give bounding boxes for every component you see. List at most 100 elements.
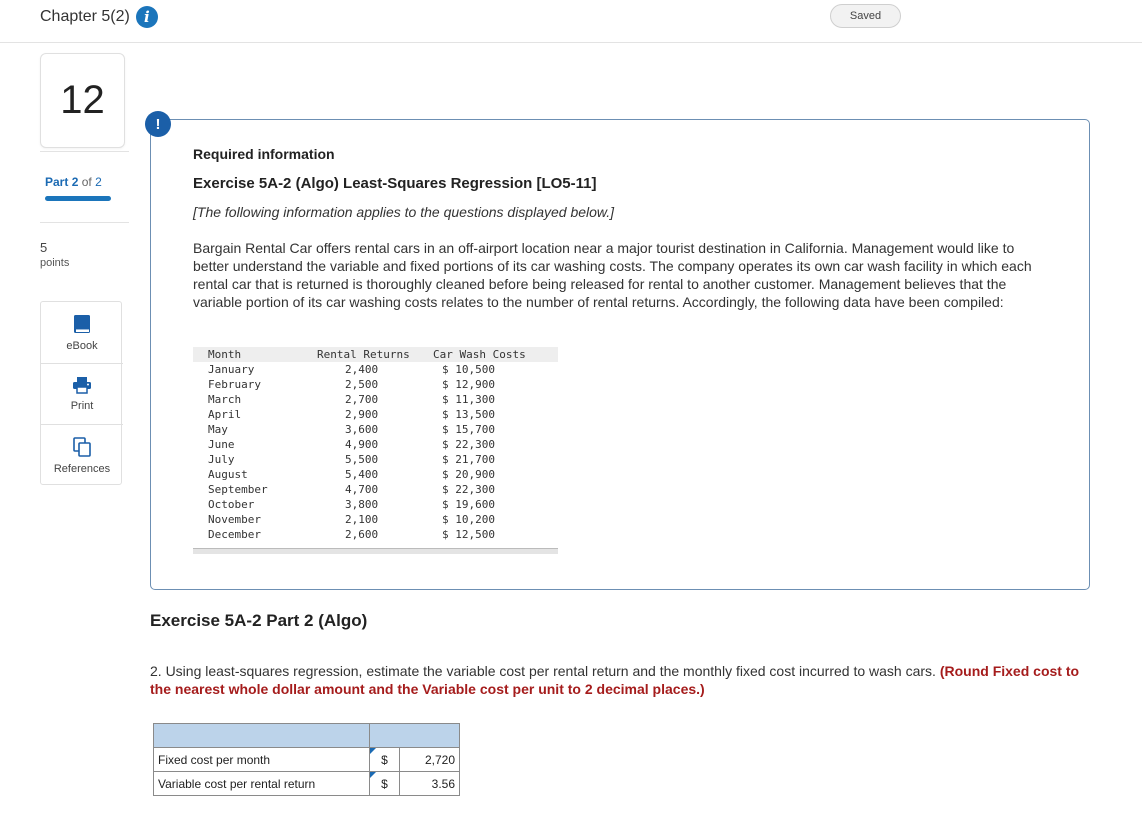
references-label: References [53, 463, 111, 475]
saved-status-badge: Saved [830, 4, 901, 28]
points-value: 5 [40, 240, 48, 255]
month-cell: April [208, 408, 242, 421]
variable-cost-input[interactable]: 3.56 [399, 771, 460, 796]
table-row: March 2,700 $ 11,300 [193, 392, 558, 407]
table-row: May 3,600 $ 15,700 [193, 422, 558, 437]
header-car-wash-costs: Car Wash Costs [421, 347, 558, 362]
print-button[interactable]: Print [41, 363, 123, 424]
applies-note: [The following information applies to th… [193, 204, 615, 220]
answer-table-header [153, 723, 460, 748]
table-row: December 2,600 $ 12,500 [193, 527, 558, 542]
rental-returns-cell: 2,500 [345, 378, 379, 391]
flag-icon [370, 772, 376, 778]
month-cell: September [208, 483, 268, 496]
month-cell: June [208, 438, 235, 451]
references-button[interactable]: References [41, 424, 123, 485]
variable-cost-label: Variable cost per rental return [153, 771, 370, 796]
rental-returns-cell: 2,400 [345, 363, 379, 376]
car-wash-cost-cell: $ 12,500 [442, 528, 495, 541]
part-heading: Exercise 5A-2 Part 2 (Algo) [150, 611, 368, 630]
rental-returns-cell: 2,700 [345, 393, 379, 406]
table-row: July 5,500 $ 21,700 [193, 452, 558, 467]
ebook-label: eBook [66, 340, 98, 352]
exercise-title: Exercise 5A-2 (Algo) Least-Squares Regre… [193, 175, 597, 192]
car-wash-cost-cell: $ 22,300 [442, 483, 495, 496]
rental-returns-cell: 2,100 [345, 513, 379, 526]
month-cell: January [208, 363, 255, 376]
table-row: June 4,900 $ 22,300 [193, 437, 558, 452]
month-cell: March [208, 393, 242, 406]
rental-returns-cell: 4,900 [345, 438, 379, 451]
data-table: Month Rental Returns Car Wash Costs Janu… [193, 347, 558, 554]
part-of: of [81, 175, 92, 189]
rental-returns-cell: 4,700 [345, 483, 379, 496]
flag-icon [370, 748, 376, 754]
fixed-cost-currency: $ [369, 747, 400, 772]
car-wash-cost-cell: $ 10,500 [442, 363, 495, 376]
car-wash-cost-cell: $ 15,700 [442, 423, 495, 436]
car-wash-cost-cell: $ 21,700 [442, 453, 495, 466]
answer-header-cell [369, 723, 460, 748]
part-indicator: Part 2 of 2 [45, 175, 102, 189]
answer-row-fixed-cost: Fixed cost per month $ 2,720 [153, 747, 460, 772]
required-info-heading: Required information [193, 146, 335, 162]
rental-returns-cell: 3,600 [345, 423, 379, 436]
info-icon[interactable]: i [135, 6, 158, 28]
variable-cost-currency: $ [369, 771, 400, 796]
month-cell: November [208, 513, 261, 526]
table-row: April 2,900 $ 13,500 [193, 407, 558, 422]
alert-icon: ! [145, 111, 171, 137]
part-progress-bar [45, 196, 111, 201]
table-row: September 4,700 $ 22,300 [193, 482, 558, 497]
table-row: January 2,400 $ 10,500 [193, 362, 558, 377]
part-total: 2 [95, 175, 102, 189]
answer-header-cell [153, 723, 370, 748]
car-wash-cost-cell: $ 12,900 [442, 378, 495, 391]
month-cell: May [208, 423, 228, 436]
header-rental-returns: Rental Returns [303, 347, 421, 362]
book-icon [74, 315, 90, 333]
question-text: 2. Using least-squares regression, estim… [150, 662, 1100, 698]
header-month: Month [193, 347, 303, 362]
rental-returns-cell: 3,800 [345, 498, 379, 511]
rental-returns-cell: 5,400 [345, 468, 379, 481]
part-label: Part [45, 175, 69, 189]
fixed-cost-label: Fixed cost per month [153, 747, 370, 772]
table-footer-bar [193, 548, 558, 554]
car-wash-cost-cell: $ 20,900 [442, 468, 495, 481]
rail-divider [40, 222, 129, 223]
ebook-button[interactable]: eBook [41, 302, 123, 363]
car-wash-cost-cell: $ 13,500 [442, 408, 495, 421]
chapter-title-text: Chapter 5(2) [40, 8, 130, 25]
scenario-text: Bargain Rental Car offers rental cars in… [193, 240, 1032, 310]
car-wash-cost-cell: $ 19,600 [442, 498, 495, 511]
rental-returns-cell: 2,600 [345, 528, 379, 541]
copy-icon [73, 437, 91, 457]
points-label: points [40, 257, 70, 269]
month-cell: July [208, 453, 235, 466]
table-row: November 2,100 $ 10,200 [193, 512, 558, 527]
printer-icon [73, 377, 91, 394]
part-current: 2 [71, 175, 79, 189]
month-cell: December [208, 528, 261, 541]
table-row: October 3,800 $ 19,600 [193, 497, 558, 512]
table-row: August 5,400 $ 20,900 [193, 467, 558, 482]
car-wash-cost-cell: $ 11,300 [442, 393, 495, 406]
tool-stack: eBook Print References [40, 301, 123, 485]
answer-table: Fixed cost per month $ 2,720 Variable co… [153, 723, 460, 796]
rental-returns-cell: 5,500 [345, 453, 379, 466]
chapter-title: Chapter 5(2) i [40, 6, 158, 28]
month-cell: August [208, 468, 248, 481]
print-label: Print [70, 400, 94, 412]
fixed-cost-input[interactable]: 2,720 [399, 747, 460, 772]
rail-divider [40, 151, 129, 152]
question-prompt: 2. Using least-squares regression, estim… [150, 663, 936, 679]
table-row: February 2,500 $ 12,900 [193, 377, 558, 392]
question-number[interactable]: 12 [40, 53, 125, 148]
car-wash-cost-cell: $ 10,200 [442, 513, 495, 526]
month-cell: February [208, 378, 261, 391]
month-cell: October [208, 498, 255, 511]
top-bar: Chapter 5(2) i Saved [0, 0, 1142, 43]
rental-returns-cell: 2,900 [345, 408, 379, 421]
car-wash-cost-cell: $ 22,300 [442, 438, 495, 451]
